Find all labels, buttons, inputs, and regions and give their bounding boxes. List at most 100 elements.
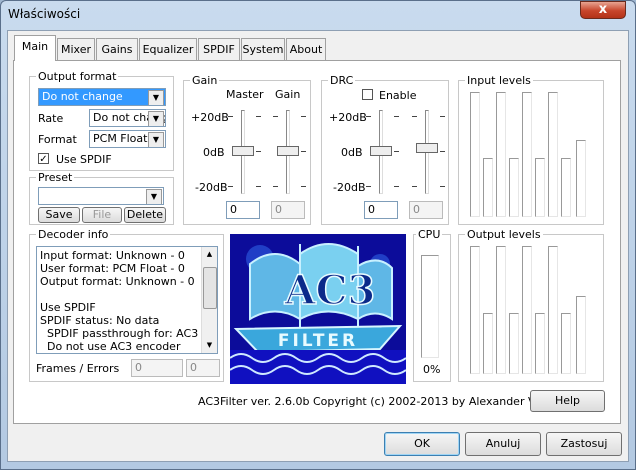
output-levels-label: Output levels — [465, 228, 543, 241]
decoder-info-line: SPDIF passthrough for: AC3 DTS — [40, 327, 218, 340]
output-level-meter — [535, 313, 545, 374]
scrollbar-thumb[interactable] — [203, 267, 217, 309]
drc-enable-label: Enable — [379, 89, 417, 102]
format-value: PCM Float — [93, 132, 148, 145]
input-levels-label: Input levels — [465, 74, 533, 87]
output-level-meter — [470, 246, 480, 374]
tick-mark — [440, 151, 445, 152]
master-label: Master — [226, 88, 264, 101]
master-value-field[interactable]: 0 — [226, 201, 260, 219]
output-level-meter — [576, 296, 586, 374]
scroll-up-icon[interactable]: ▲ — [202, 247, 217, 262]
preset-combo[interactable]: ▼ — [38, 187, 164, 205]
tick-mark — [440, 116, 445, 117]
tick-mark — [440, 186, 445, 187]
tick-mark — [366, 186, 371, 187]
gain-scale-bottom: -20dB — [195, 181, 228, 194]
cpu-label: CPU — [416, 228, 443, 241]
tick-mark — [228, 116, 233, 117]
cpu-value: 0% — [423, 363, 441, 376]
output-format-label: Output format — [36, 70, 119, 83]
use-spdif-checkbox[interactable]: ✓ — [38, 153, 49, 165]
ac3filter-logo: AC3 FILTER — [230, 234, 406, 384]
gain-value-field[interactable]: 0 — [271, 201, 305, 219]
copyright-text: AC3Filter ver. 2.6.0b Copyright (c) 2002… — [198, 395, 577, 408]
decoder-info-line: Input format: Unknown - 0 — [40, 249, 185, 262]
chevron-down-icon: ▼ — [148, 132, 164, 147]
drc-scale-top: +20dB — [329, 111, 367, 124]
tick-mark — [256, 151, 261, 152]
tick-mark — [273, 186, 278, 187]
master-slider-thumb[interactable] — [232, 146, 254, 156]
cpu-meter — [421, 255, 439, 358]
rate-select[interactable]: Do not change ▼ — [89, 109, 166, 127]
gain-slider-thumb[interactable] — [277, 146, 299, 156]
drc-level-value-field[interactable]: 0 — [409, 201, 443, 219]
tick-mark — [394, 116, 399, 117]
output-level-meter — [561, 313, 571, 374]
input-level-meter — [509, 158, 519, 217]
tick-mark — [256, 186, 261, 187]
input-level-meter — [496, 92, 506, 217]
drc-level-slider-thumb[interactable] — [416, 143, 438, 153]
rate-label: Rate — [38, 112, 64, 125]
scroll-down-icon[interactable]: ▼ — [202, 338, 217, 353]
drc-scale-mid: 0dB — [341, 146, 363, 159]
drc-scale-bottom: -20dB — [333, 181, 366, 194]
gain-scale-top: +20dB — [191, 111, 229, 124]
output-level-meter — [509, 313, 519, 374]
chevron-down-icon: ▼ — [148, 111, 164, 126]
output-format-select[interactable]: Do not change ▼ — [38, 88, 166, 106]
output-level-meter — [522, 246, 532, 374]
output-format-value: Do not change — [42, 90, 123, 103]
errors-field: 0 — [186, 359, 220, 377]
decoder-info-line: SPDIF status: No data — [40, 314, 160, 327]
input-level-meter — [522, 92, 532, 217]
frames-field: 0 — [131, 359, 183, 377]
preset-delete-button[interactable]: Delete — [124, 207, 166, 223]
decoder-info-textbox[interactable]: Input format: Unknown - 0 User format: P… — [36, 246, 218, 354]
tick-mark — [412, 186, 417, 187]
logo-title: AC3 — [284, 267, 376, 314]
input-level-meter — [561, 158, 571, 217]
tick-mark — [256, 116, 261, 117]
decoder-info-line: Output format: Unknown - 0 — [40, 275, 195, 288]
drc-enable-checkbox[interactable] — [362, 89, 373, 100]
ok-button[interactable]: OK — [384, 432, 460, 456]
use-spdif-label: Use SPDIF — [56, 153, 112, 166]
tick-mark — [301, 151, 306, 152]
gain-label: Gain — [275, 88, 301, 101]
drc-group-label: DRC — [328, 74, 356, 87]
format-select[interactable]: PCM Float ▼ — [89, 130, 166, 148]
tick-mark — [366, 116, 371, 117]
input-level-meter — [470, 92, 480, 217]
tick-mark — [301, 186, 306, 187]
tick-mark — [394, 186, 399, 187]
tick-mark — [273, 116, 278, 117]
input-level-meter — [483, 158, 493, 217]
input-level-meter — [548, 92, 558, 217]
cancel-button[interactable]: Anuluj — [465, 432, 541, 456]
decoder-info-line: User format: PCM Float - 0 — [40, 262, 185, 275]
output-level-meter — [483, 313, 493, 374]
drc-value-field[interactable]: 0 — [364, 201, 398, 219]
preset-label: Preset — [36, 171, 75, 184]
chevron-down-icon: ▼ — [146, 189, 162, 204]
apply-button[interactable]: Zastosuj — [546, 432, 622, 456]
chevron-down-icon: ▼ — [148, 90, 164, 105]
logo-subtitle: FILTER — [278, 331, 358, 351]
decoder-info-line: Use SPDIF — [40, 301, 96, 314]
help-button[interactable]: Help — [530, 390, 605, 412]
gain-group-label: Gain — [190, 74, 220, 87]
tick-mark — [228, 186, 233, 187]
tick-mark — [394, 151, 399, 152]
decoder-info-scrollbar[interactable]: ▲ ▼ — [201, 247, 217, 353]
preset-file-button[interactable]: File — [82, 207, 122, 223]
preset-save-button[interactable]: Save — [38, 207, 80, 223]
input-level-meter — [576, 140, 586, 217]
tick-mark — [412, 116, 417, 117]
decoder-info-label: Decoder info — [36, 228, 111, 241]
decoder-info-line: Do not use AC3 encoder — [40, 340, 181, 353]
gain-scale-mid: 0dB — [203, 146, 225, 159]
drc-slider-thumb[interactable] — [370, 146, 392, 156]
